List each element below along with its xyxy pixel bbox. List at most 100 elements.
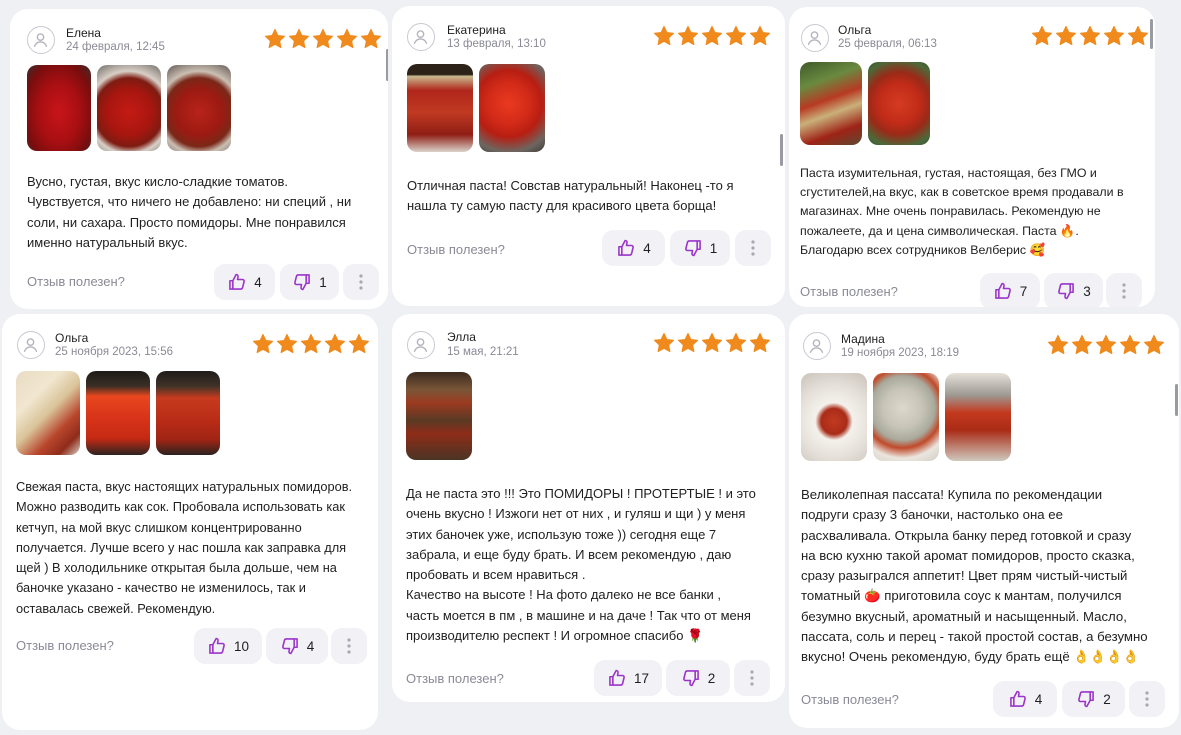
star-icon xyxy=(1095,334,1117,356)
review-photo[interactable] xyxy=(406,372,472,460)
like-count: 4 xyxy=(643,240,651,256)
avatar xyxy=(407,23,435,51)
dislike-button[interactable]: 1 xyxy=(670,230,730,266)
review-card: Елена 24 февраля, 12:45 Вусно, густая, в… xyxy=(10,9,388,309)
more-options-button[interactable] xyxy=(331,628,367,664)
star-icon xyxy=(701,332,723,354)
review-photos xyxy=(801,373,1011,461)
dislike-count: 4 xyxy=(306,638,315,654)
review-photo[interactable] xyxy=(868,62,930,145)
star-icon xyxy=(312,28,334,50)
star-icon xyxy=(1127,25,1149,47)
review-photo[interactable] xyxy=(800,62,862,145)
like-count: 10 xyxy=(233,638,250,654)
review-photo[interactable] xyxy=(156,371,220,455)
thumbs-up-icon xyxy=(993,281,1013,301)
star-icon xyxy=(300,333,322,355)
review-date: 15 мая, 21:21 xyxy=(447,346,519,358)
star-icon xyxy=(653,332,675,354)
review-photo[interactable] xyxy=(407,64,473,152)
review-photo[interactable] xyxy=(801,373,867,461)
scrollbar[interactable] xyxy=(386,49,388,81)
reviewer-name: Элла xyxy=(447,330,476,344)
like-button[interactable]: 7 xyxy=(980,273,1040,307)
review-photo[interactable] xyxy=(167,65,231,151)
like-button[interactable]: 10 xyxy=(194,628,262,664)
more-options-button[interactable] xyxy=(343,264,379,300)
star-icon xyxy=(276,333,298,355)
dislike-button[interactable]: 4 xyxy=(266,628,328,664)
user-icon xyxy=(411,335,430,354)
star-icon xyxy=(252,333,274,355)
star-icon xyxy=(653,25,675,47)
star-icon xyxy=(360,28,382,50)
thumbs-down-icon xyxy=(280,636,300,656)
more-options-button[interactable] xyxy=(734,660,770,696)
review-photo[interactable] xyxy=(27,65,91,151)
rating-stars xyxy=(653,332,771,354)
more-options-button[interactable] xyxy=(735,230,771,266)
review-photo[interactable] xyxy=(97,65,161,151)
review-photos xyxy=(27,65,231,151)
star-icon xyxy=(1119,334,1141,356)
star-icon xyxy=(1079,25,1101,47)
review-text: Да не паста это !!! Это ПОМИДОРЫ ! ПРОТЕ… xyxy=(406,486,756,644)
dislike-count: 3 xyxy=(1083,283,1091,299)
review-photos xyxy=(407,64,545,152)
user-icon xyxy=(805,28,824,47)
thumbs-up-icon xyxy=(1008,689,1028,709)
star-icon xyxy=(725,25,747,47)
like-button[interactable]: 4 xyxy=(602,230,665,266)
review-photos xyxy=(406,372,472,460)
review-date: 24 февраля, 12:45 xyxy=(66,41,165,53)
like-count: 4 xyxy=(1034,691,1043,707)
like-button[interactable]: 4 xyxy=(214,264,275,300)
scrollbar[interactable] xyxy=(780,134,783,166)
more-vertical-icon xyxy=(1122,283,1126,299)
rating-stars xyxy=(1031,25,1149,47)
more-vertical-icon xyxy=(1145,691,1149,707)
dislike-count: 2 xyxy=(707,670,716,686)
rating-stars xyxy=(252,333,370,355)
review-text: Свежая паста, вкус настоящих натуральных… xyxy=(16,479,353,616)
dislike-button[interactable]: 2 xyxy=(666,660,730,696)
star-icon xyxy=(1047,334,1069,356)
avatar xyxy=(27,26,55,54)
dislike-button[interactable]: 1 xyxy=(280,264,339,300)
star-icon xyxy=(677,25,699,47)
star-icon xyxy=(677,332,699,354)
helpful-label: Отзыв полезен? xyxy=(406,671,504,686)
like-button[interactable]: 17 xyxy=(594,660,662,696)
review-photo[interactable] xyxy=(479,64,545,152)
review-photos xyxy=(16,371,220,455)
dislike-button[interactable]: 2 xyxy=(1062,681,1125,717)
review-photo[interactable] xyxy=(16,371,80,455)
like-count: 17 xyxy=(633,670,650,686)
dislike-button[interactable]: 3 xyxy=(1044,273,1103,307)
reviewer-name: Ольга xyxy=(55,331,89,345)
review-date: 25 ноября 2023, 15:56 xyxy=(55,346,173,358)
thumbs-down-icon xyxy=(681,668,701,688)
reviewer-name: Екатерина xyxy=(447,23,506,37)
more-options-button[interactable] xyxy=(1106,273,1142,307)
review-date: 13 февраля, 13:10 xyxy=(447,38,546,50)
review-photos xyxy=(800,62,930,145)
like-button[interactable]: 4 xyxy=(993,681,1057,717)
review-photo[interactable] xyxy=(86,371,150,455)
review-photo[interactable] xyxy=(945,373,1011,461)
review-photo[interactable] xyxy=(873,373,939,461)
more-vertical-icon xyxy=(750,670,754,686)
review-card: Мадина 19 ноября 2023, 18:19 Великолепна… xyxy=(789,314,1179,728)
rating-stars xyxy=(264,28,382,50)
avatar xyxy=(17,331,45,359)
more-options-button[interactable] xyxy=(1129,681,1165,717)
scrollbar[interactable] xyxy=(1175,384,1178,416)
star-icon xyxy=(348,333,370,355)
star-icon xyxy=(725,332,747,354)
review-card: Элла 15 мая, 21:21 Да не паста это !!! Э… xyxy=(392,314,785,702)
star-icon xyxy=(1103,25,1125,47)
user-icon xyxy=(21,335,40,354)
thumbs-up-icon xyxy=(616,238,636,258)
scrollbar[interactable] xyxy=(1150,19,1153,49)
rating-stars xyxy=(1047,334,1165,356)
